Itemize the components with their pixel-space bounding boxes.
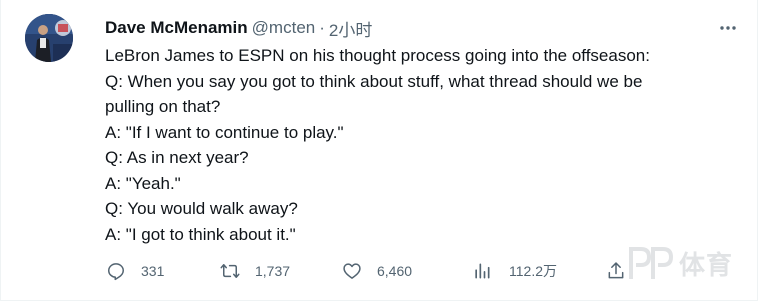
- views-count: 112.2万: [509, 263, 557, 279]
- retweet-button[interactable]: 1,737: [219, 256, 290, 286]
- retweet-icon: [219, 260, 241, 282]
- watermark: 体育: [627, 241, 733, 285]
- more-button[interactable]: [715, 15, 741, 41]
- tweet-line: pulling on that?: [105, 97, 221, 116]
- like-icon: [341, 260, 363, 282]
- reply-button[interactable]: 331: [105, 256, 164, 286]
- reply-count: 331: [141, 263, 165, 279]
- tweet-line: A: "If I want to continue to play.": [105, 122, 344, 142]
- user-handle[interactable]: @mcten: [252, 18, 316, 38]
- tweet-actions: 331 1,737 6,460 112.2万: [105, 256, 645, 286]
- tweet-line: Q: As in next year?: [105, 148, 249, 167]
- tweet-line: A: "Yeah.": [105, 173, 181, 193]
- tweet-header: Dave McMenamin @mcten · 2小时: [105, 16, 372, 41]
- reply-icon: [105, 260, 127, 282]
- retweet-count: 1,737: [255, 263, 291, 279]
- avatar[interactable]: [25, 14, 73, 62]
- avatar-icon: [25, 14, 73, 62]
- share-button[interactable]: [605, 256, 627, 286]
- tweet-line: Q: You would walk away?: [105, 199, 298, 218]
- tweet-line: LeBron James to ESPN on his thought proc…: [105, 46, 650, 65]
- pp-logo-icon: [628, 247, 673, 279]
- share-icon: [605, 260, 627, 282]
- more-icon: [720, 26, 736, 30]
- tweet-text: LeBron James to ESPN on his thought proc…: [105, 43, 745, 247]
- tweet-card[interactable]: Dave McMenamin @mcten · 2小时 LeBron James…: [0, 0, 758, 301]
- views-button[interactable]: 112.2万: [471, 256, 557, 286]
- watermark-text: 体育: [678, 250, 733, 281]
- like-button[interactable]: 6,460: [341, 256, 412, 286]
- display-name[interactable]: Dave McMenamin: [105, 18, 248, 38]
- views-icon: [471, 260, 493, 282]
- tweet-line: Q: When you say you got to think about s…: [105, 71, 643, 91]
- timestamp[interactable]: 2小时: [329, 16, 372, 41]
- like-count: 6,460: [377, 263, 413, 279]
- separator-dot: ·: [319, 18, 325, 37]
